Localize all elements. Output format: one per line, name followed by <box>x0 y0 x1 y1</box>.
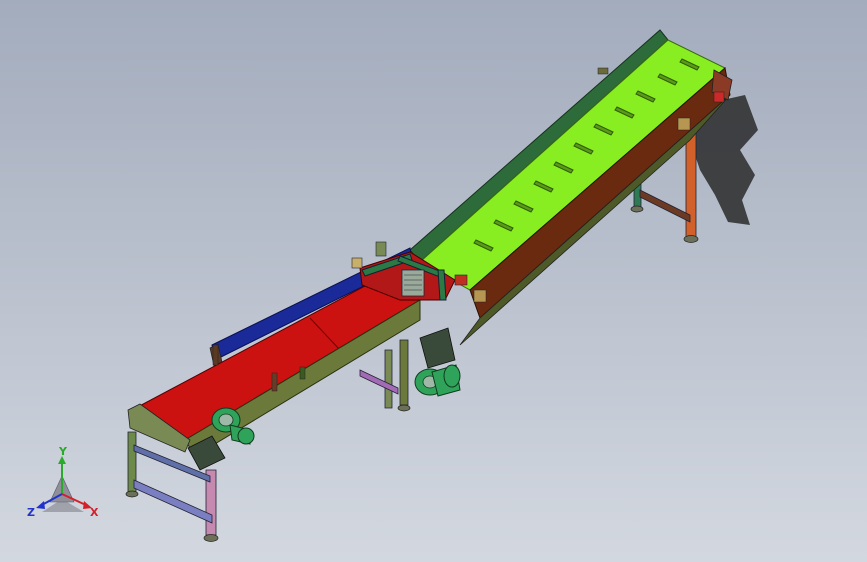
transfer-frame-post <box>437 269 447 301</box>
axis-triad: Y X Z <box>27 445 99 519</box>
rear-crossbar <box>639 189 691 223</box>
x-axis-label: X <box>90 506 99 519</box>
flat-belt-surface <box>130 269 421 441</box>
middle-foot <box>397 404 411 412</box>
front-crossbar-bottom <box>133 479 213 524</box>
graphics-viewport[interactable]: Y X Z <box>0 0 867 562</box>
z-axis-arrow <box>36 501 45 509</box>
motor-incline <box>414 327 461 397</box>
incline-belt-surface <box>419 39 726 291</box>
y-axis-label: Y <box>58 445 68 458</box>
front-foot-right <box>203 534 219 542</box>
rear-foot-right <box>683 235 699 243</box>
incline-conveyor <box>409 29 733 346</box>
rear-foot-left <box>630 205 644 213</box>
conveyor-model-view[interactable] <box>0 0 867 562</box>
front-foot-left <box>125 490 139 498</box>
z-axis-label: Z <box>27 506 35 519</box>
middle-leg-left <box>384 349 393 409</box>
middle-leg-right <box>399 339 409 406</box>
